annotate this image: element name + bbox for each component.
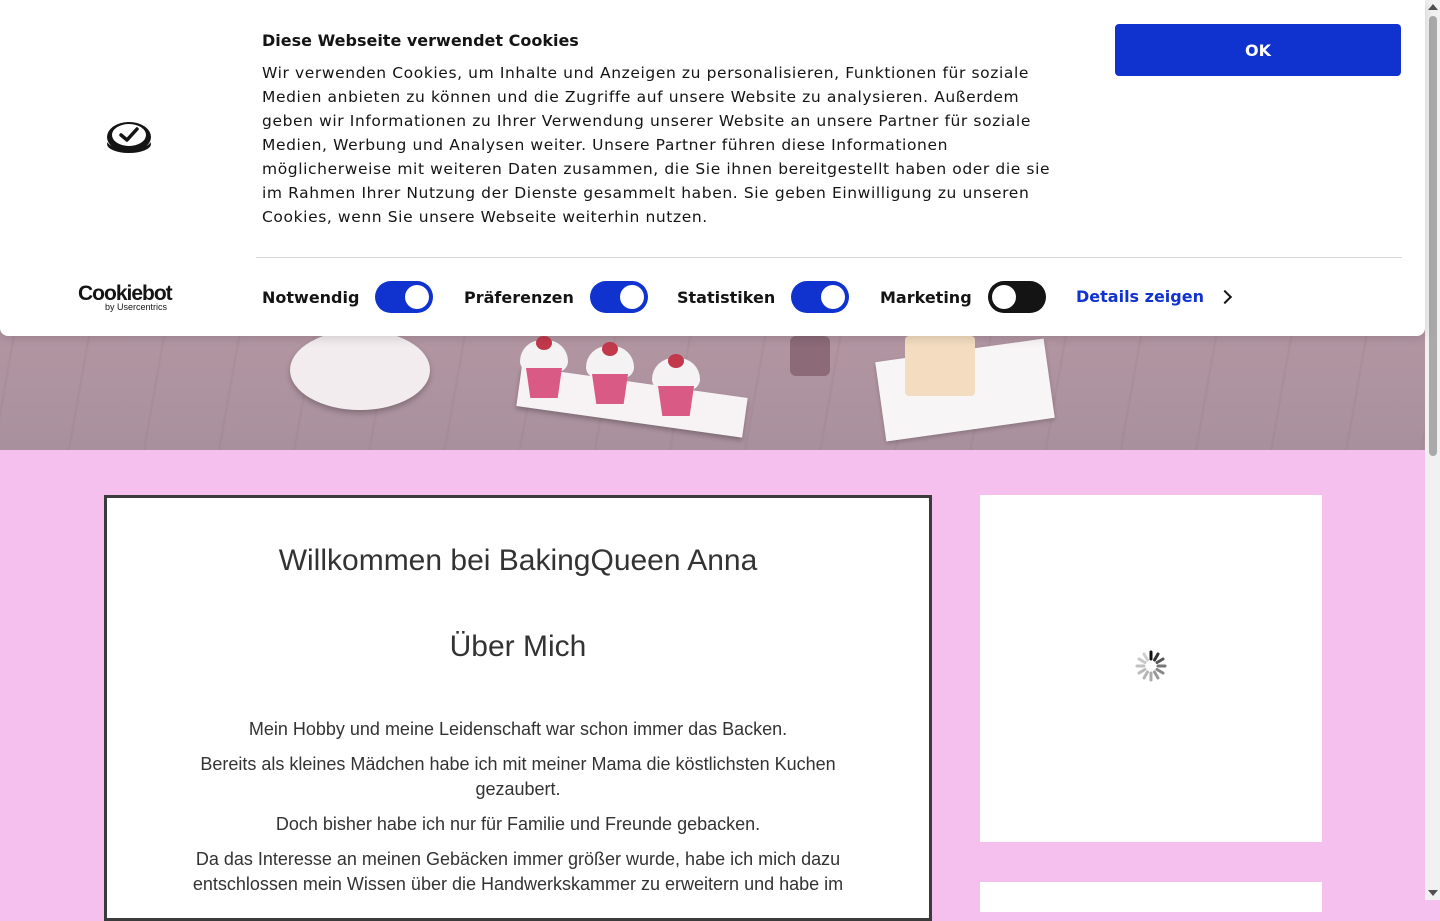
brand-subtitle: by Usercentrics — [105, 302, 168, 312]
chevron-right-icon — [1217, 289, 1233, 304]
option-label: Präferenzen — [464, 287, 574, 307]
scrollbar[interactable] — [1425, 0, 1440, 900]
option-label: Notwendig — [262, 287, 360, 307]
sidebar-widget — [980, 495, 1322, 842]
welcome-heading: Willkommen bei BakingQueen Anna — [278, 544, 758, 577]
paragraph: Bereits als kleines Mädchen habe ich mit… — [200, 754, 836, 799]
scroll-thumb[interactable] — [1429, 16, 1437, 456]
cupcake — [586, 342, 634, 406]
ok-button[interactable]: OK — [1115, 24, 1401, 76]
consent-option-notwendig: Notwendig — [262, 281, 434, 313]
about-heading: Über Mich — [449, 630, 587, 663]
cookiebot-brand: Cookiebot by Usercentrics — [78, 282, 182, 314]
cookie-banner: Diese Webseite verwendet Cookies Wir ver… — [0, 0, 1425, 336]
bottle — [790, 336, 830, 376]
divider — [256, 257, 1402, 258]
paragraph: Da das Interesse an meinen Gebäcken imme… — [192, 849, 844, 894]
paragraph: Mein Hobby und meine Leidenschaft war sc… — [248, 719, 788, 739]
consent-option-statistiken: Statistiken — [677, 281, 850, 313]
cookie-title: Diese Webseite verwendet Cookies — [262, 31, 579, 50]
cupcake — [520, 336, 568, 400]
toggle-statistiken[interactable] — [791, 281, 850, 313]
details-label[interactable]: Details zeigen — [1076, 287, 1204, 306]
about-card: Willkommen bei BakingQueen Anna Über Mic… — [104, 495, 932, 921]
cupcake — [652, 354, 700, 418]
option-label: Statistiken — [677, 287, 776, 307]
scroll-up-icon[interactable] — [1428, 4, 1438, 10]
sidebar-widget — [980, 882, 1322, 912]
cake-slice — [905, 336, 975, 396]
toggle-praeferenzen[interactable] — [589, 281, 648, 313]
option-label: Marketing — [880, 287, 972, 307]
cookie-description: Wir verwenden Cookies, um Inhalte und An… — [262, 64, 1051, 226]
paragraph: Doch bisher habe ich nur für Familie und… — [275, 814, 761, 834]
cookiebot-logo-icon — [107, 122, 151, 153]
cake-plate — [290, 330, 430, 410]
toggle-notwendig[interactable] — [375, 281, 434, 313]
toggle-marketing[interactable] — [987, 281, 1046, 313]
scroll-down-icon[interactable] — [1428, 890, 1438, 896]
details-link[interactable]: Details zeigen — [1076, 287, 1233, 306]
consent-option-praeferenzen: Präferenzen — [464, 281, 648, 313]
loading-spinner-icon — [1135, 650, 1167, 682]
consent-option-marketing: Marketing — [880, 281, 1046, 313]
